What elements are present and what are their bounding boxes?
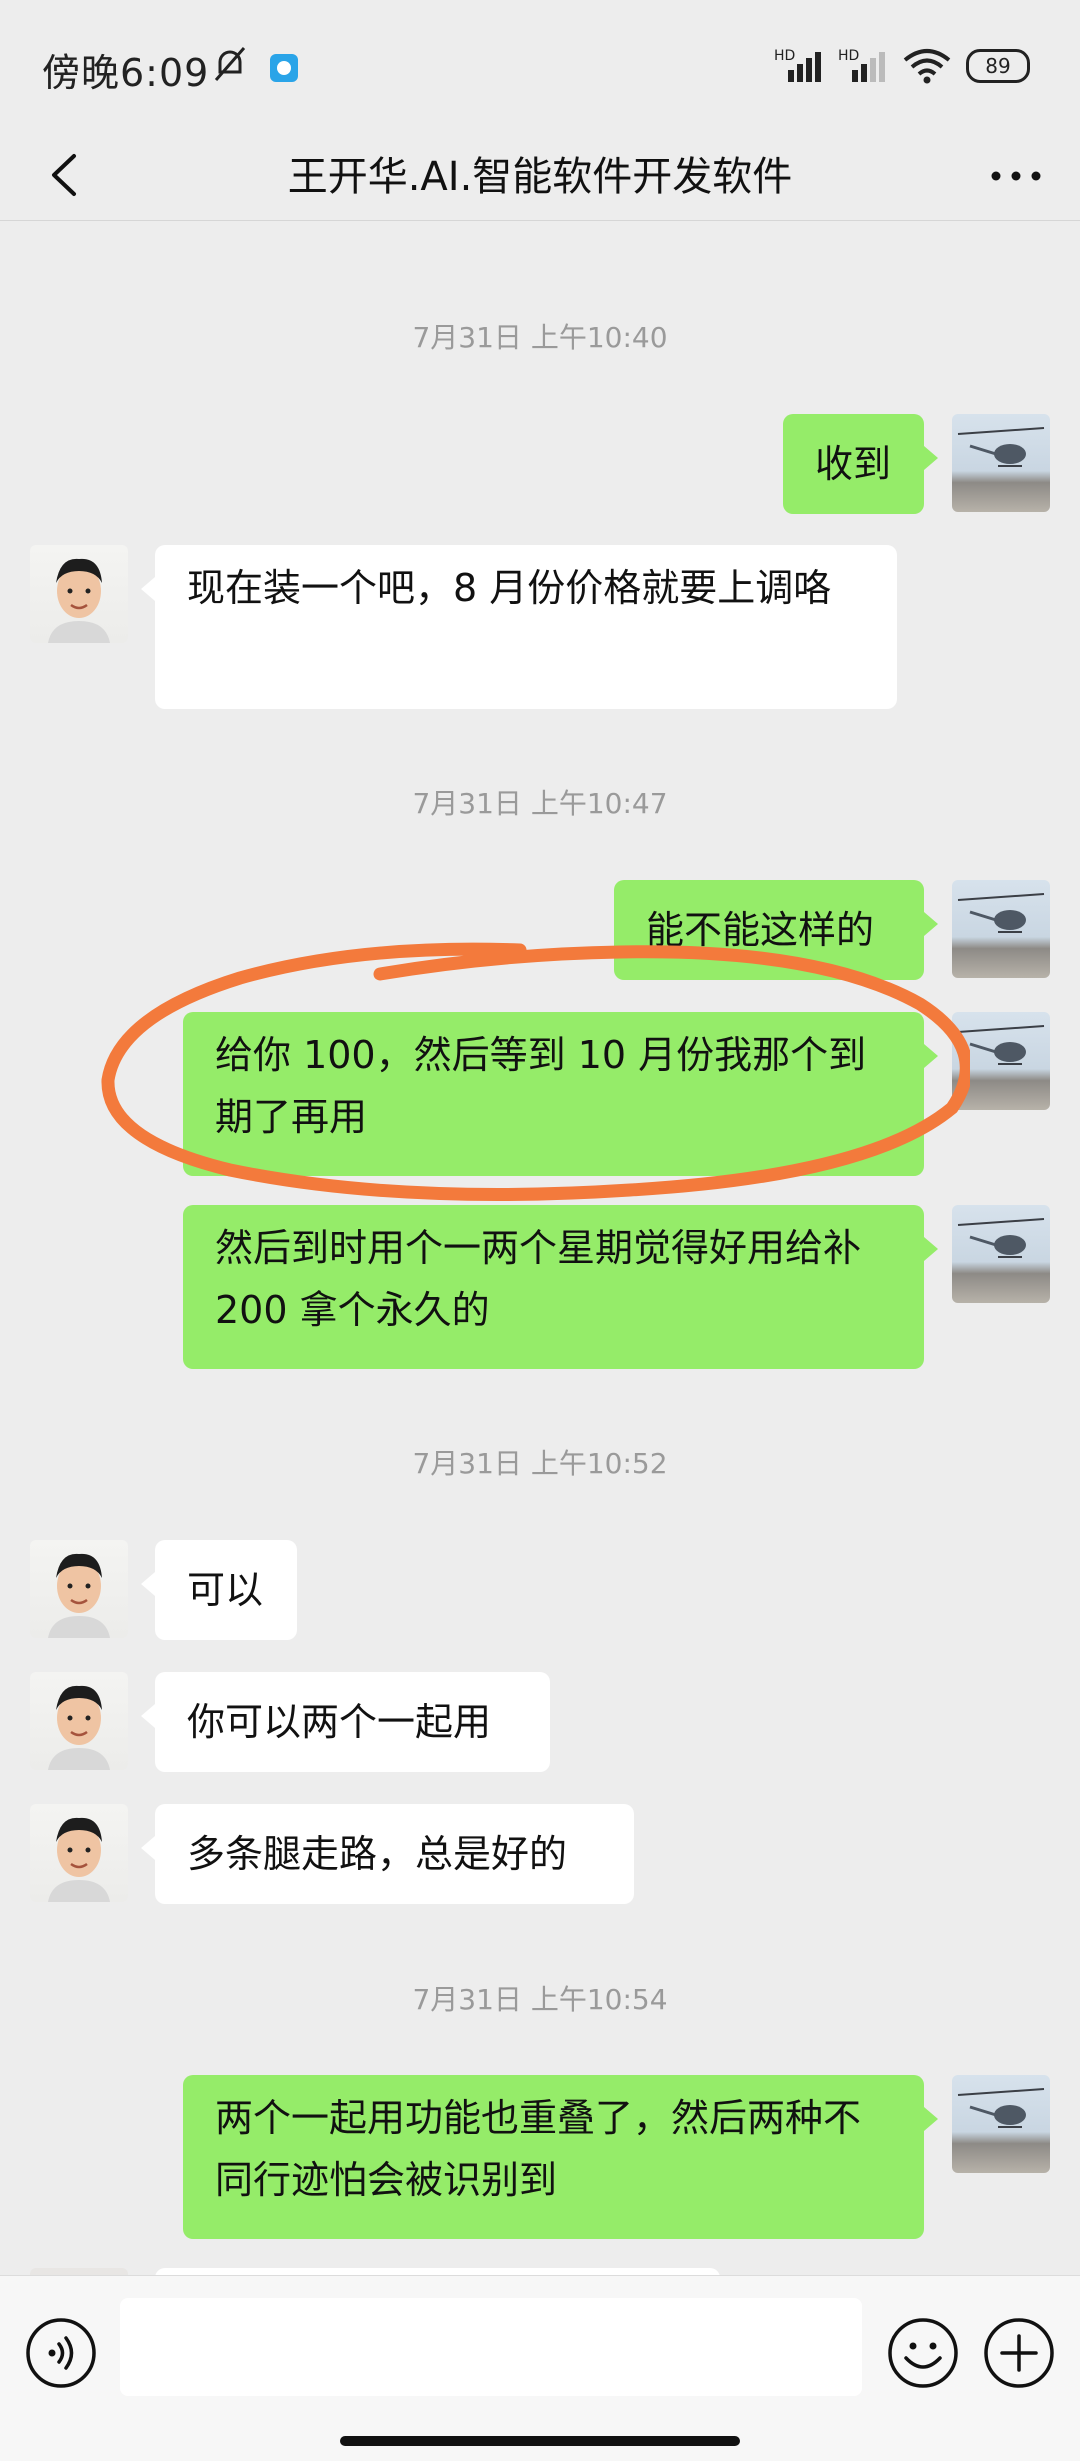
message-bubble-sent[interactable]: 两个一起用功能也重叠了，然后两种不同行迹怕会被识别到 <box>183 2075 938 2239</box>
message-bubble-received[interactable]: 多条腿走路，总是好的 <box>141 1804 634 1904</box>
helicopter-icon <box>957 427 1045 467</box>
more-horizontal-icon[interactable] <box>986 148 1046 204</box>
avatar[interactable] <box>30 1672 128 1770</box>
voice-icon[interactable] <box>24 2316 98 2390</box>
person-icon <box>48 1817 110 1902</box>
home-indicator[interactable] <box>340 2436 740 2446</box>
message-input[interactable] <box>120 2298 862 2396</box>
timestamp: 7月31日 上午10:52 <box>412 1447 668 1480</box>
timestamp: 7月31日 上午10:40 <box>412 321 668 354</box>
status-time: 傍晚6:09 <box>42 51 210 95</box>
message-bubble-received[interactable]: 你可以两个一起用 <box>141 1672 550 1772</box>
person-icon <box>48 1553 110 1638</box>
avatar[interactable] <box>952 880 1050 978</box>
avatar[interactable] <box>30 1804 128 1902</box>
chat-title: 王开华.AI.智能软件开发软件 <box>287 154 793 200</box>
helicopter-icon <box>957 1218 1045 1258</box>
avatar[interactable] <box>30 1540 128 1638</box>
message-bubble-sent[interactable]: 然后到时用个一两个星期觉得好用给补 200 拿个永久的 <box>183 1205 938 1369</box>
chat-header: 王开华.AI.智能软件开发软件 <box>0 130 1080 221</box>
avatar[interactable] <box>952 1012 1050 1110</box>
status-icons: HD HD 89 <box>774 46 1030 86</box>
svg-text:HD: HD <box>838 48 859 64</box>
plus-icon[interactable] <box>982 2316 1056 2390</box>
message-bubble-sent[interactable]: 收到 <box>783 414 938 514</box>
input-bar <box>0 2275 1080 2461</box>
wifi-icon <box>903 49 951 84</box>
person-icon <box>48 558 110 643</box>
signal-icon: HD <box>774 48 821 82</box>
battery-indicator: 89 <box>966 49 1030 83</box>
avatar[interactable] <box>952 414 1050 512</box>
message-bubble-received[interactable]: 现在装一个吧，8 月份价格就要上调咯 <box>141 545 897 709</box>
message-bubble-received[interactable]: 可以 <box>141 1540 297 1640</box>
avatar[interactable] <box>30 545 128 643</box>
timestamp: 7月31日 上午10:47 <box>412 787 668 820</box>
mute-bell-icon <box>214 47 246 81</box>
emoji-icon[interactable] <box>886 2316 960 2390</box>
signal-2-icon: HD <box>838 48 885 82</box>
status-bar: 傍晚6:09 HD HD 89 <box>0 0 1080 130</box>
message-bubble-sent[interactable]: 给你 100，然后等到 10 月份我那个到期了再用 <box>183 1012 938 1176</box>
avatar[interactable] <box>952 2075 1050 2173</box>
avatar[interactable] <box>952 1205 1050 1303</box>
timestamp: 7月31日 上午10:54 <box>412 1983 668 2016</box>
helicopter-icon <box>957 1025 1045 1065</box>
person-icon <box>48 1685 110 1770</box>
message-bubble-sent[interactable]: 能不能这样的 <box>614 880 938 980</box>
helicopter-icon <box>957 893 1045 933</box>
svg-text:HD: HD <box>774 48 795 64</box>
app-badge-icon <box>270 54 298 82</box>
helicopter-icon <box>957 2088 1045 2128</box>
